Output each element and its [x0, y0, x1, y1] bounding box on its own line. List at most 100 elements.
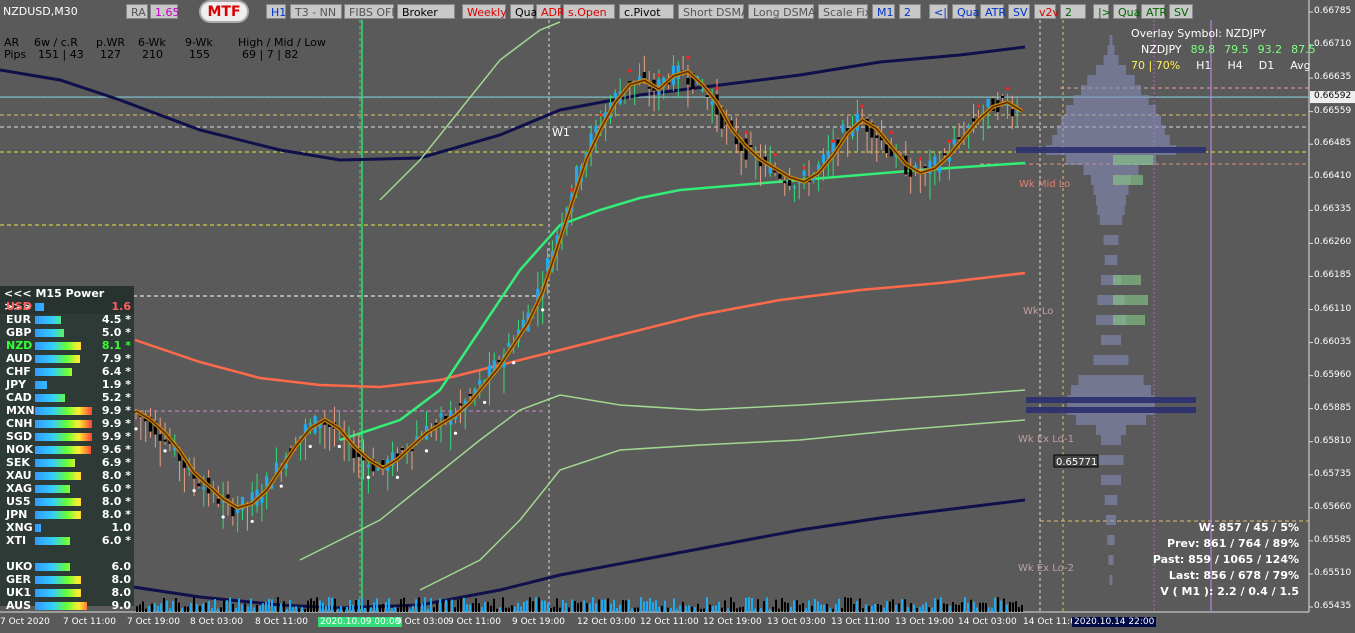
toolbar-button[interactable]: v2v: [1034, 4, 1059, 19]
toolbar-button[interactable]: s.Open: [563, 4, 615, 19]
toolbar-button[interactable]: RA: [126, 4, 148, 19]
x-tick-label: 9 Oct 19:00: [512, 617, 565, 627]
toolbar-button[interactable]: H1: [266, 4, 286, 19]
toolbar-button[interactable]: T3 - NN: [290, 4, 342, 19]
power-row: XNG 1.0: [0, 521, 134, 534]
power-row: USD 1.6: [0, 300, 134, 313]
candle-body: [933, 156, 937, 166]
y-tick-label: 0.66260: [1314, 237, 1352, 248]
toolbar-button[interactable]: ATR: [980, 4, 1006, 19]
x-tick-label: 7 Oct 19:00: [127, 617, 180, 627]
x-tick-label: 14 Oct 03:00: [958, 617, 1017, 627]
toolbar-button[interactable]: M1: [872, 4, 895, 19]
overlay-panel: Overlay Symbol: NZDJPY NZDJPY 89.8 79.5 93.…: [1131, 26, 1316, 74]
current-price-label: 0.66592: [1314, 91, 1352, 102]
y-tick-label: 0.65435: [1314, 601, 1352, 611]
candle-body: [986, 99, 990, 108]
toolbar-button[interactable]: SV: [1008, 4, 1030, 19]
candle-body: [507, 342, 511, 347]
x-tick-label: 12 Oct 03:00: [577, 617, 636, 627]
power-row: CHF 6.4 *: [0, 365, 134, 378]
y-tick-label: 0.65585: [1314, 534, 1352, 545]
chart-background: [0, 0, 1355, 633]
power-currency: NZD: [6, 339, 33, 352]
candle-body: [710, 101, 714, 105]
y-tick-label: 0.66335: [1314, 204, 1352, 215]
toolbar-button[interactable]: c.Pivot: [619, 4, 674, 19]
power-currency: US5: [6, 495, 31, 508]
power-value: 8.0: [111, 586, 132, 599]
toolbar-button[interactable]: FIBS OFF: [344, 4, 398, 19]
candle-body: [841, 124, 845, 133]
mtf-button[interactable]: MTF: [199, 0, 249, 23]
power-bar: [35, 342, 81, 350]
power-currency: CAD: [6, 391, 32, 404]
y-tick-label: 0.65660: [1314, 501, 1352, 512]
stat-row-label: Pips: [4, 48, 27, 61]
power-currency: XTI: [6, 534, 27, 547]
w1-label: W1: [552, 126, 570, 139]
toolbar-button[interactable]: Broker: [397, 4, 455, 19]
power-row: JPY 1.9 *: [0, 378, 134, 391]
toolbar-button[interactable]: 1.65: [150, 4, 180, 19]
power-value: 6.0: [111, 560, 132, 573]
power-value: 9.9 *: [101, 430, 131, 443]
candle-body: [163, 439, 167, 442]
price-chart[interactable]: W1 0.65771: [0, 0, 1355, 633]
stat-value: 127: [100, 48, 121, 61]
week-stat-line: Prev: 861 / 764 / 89%: [1167, 537, 1299, 550]
week-stat-line: Last: 856 / 678 / 79%: [1168, 569, 1299, 582]
candle-body: [202, 487, 206, 490]
candle-body: [875, 135, 879, 139]
x-tick-label: 7 Oct 11:00: [63, 617, 116, 627]
toolbar-button[interactable]: <|: [929, 4, 948, 19]
toolbar-button[interactable]: Qua: [952, 4, 979, 19]
toolbar-button[interactable]: Weekly: [462, 4, 507, 19]
candle-body: [613, 93, 617, 98]
power-bar: [35, 563, 70, 571]
y-tick-label: 0.65735: [1314, 468, 1352, 479]
power-value: 1.6: [111, 300, 132, 313]
toolbar-button[interactable]: Qua: [510, 4, 537, 19]
power-value: 7.9 *: [101, 352, 131, 365]
toolbar-button[interactable]: |>: [1093, 4, 1111, 19]
toolbar-button[interactable]: Long DSMA: [748, 4, 816, 19]
overlay-value: 87.5: [1291, 43, 1316, 56]
week-stats: W: 857 / 45 / 5% Prev: 861 / 764 / 89% Pas…: [1153, 520, 1299, 600]
power-row: EUR 4.5 *: [0, 313, 134, 326]
power-bar: [35, 589, 81, 597]
power-value: 5.0 *: [101, 326, 131, 339]
toolbar-button[interactable]: SV: [1169, 4, 1193, 19]
toolbar-button[interactable]: ADR: [536, 4, 565, 19]
power-currency: AUS: [6, 599, 32, 612]
toolbar-button[interactable]: Scale Fix: [818, 4, 871, 19]
level-label: Wk Ex Lo-1: [1018, 434, 1074, 445]
power-currency: JPN: [6, 508, 28, 521]
candle-body: [226, 494, 230, 499]
power-currency: MXN: [6, 404, 35, 417]
toolbar-button[interactable]: 2: [899, 4, 921, 19]
candle-body: [1001, 95, 1005, 98]
x-tick-label: 9 Oct 03:00: [396, 617, 449, 627]
toolbar-button[interactable]: ATR: [1141, 4, 1167, 19]
power-bar: [35, 316, 61, 324]
power-currency: UKO: [6, 560, 33, 573]
power-currency: SEK: [6, 456, 30, 469]
toolbar-button[interactable]: Qua: [1113, 4, 1140, 19]
power-value: 6.9 *: [101, 456, 131, 469]
power-currency: NOK: [6, 443, 34, 456]
candle-body: [594, 125, 598, 133]
x-tick-label: 13 Oct 03:00: [767, 617, 826, 627]
power-bar: [35, 498, 81, 506]
power-bar: [35, 576, 81, 584]
toolbar-button[interactable]: Short DSMA: [678, 4, 748, 19]
x-tick-label: 12 Oct 19:00: [703, 617, 762, 627]
power-value: 9.6 *: [101, 443, 131, 456]
power-row: US5 8.0 *: [0, 495, 134, 508]
candle-body: [647, 86, 651, 89]
toolbar-button[interactable]: 2: [1060, 4, 1086, 19]
candle-body: [478, 380, 482, 385]
candle-body: [468, 393, 472, 396]
y-tick-label: 0.65810: [1314, 435, 1352, 446]
x-tick-label: 13 Oct 19:00: [895, 617, 954, 627]
